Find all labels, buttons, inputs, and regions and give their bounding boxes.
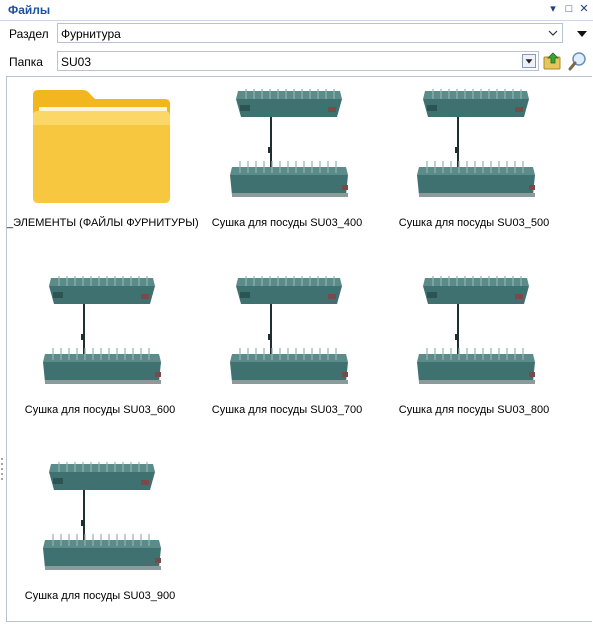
dish-rack-icon [416, 88, 536, 198]
folder-up-icon[interactable] [542, 50, 564, 72]
chevron-down-icon[interactable] [546, 26, 560, 40]
section-select[interactable]: Фурнитура [57, 23, 563, 43]
section-label: Раздел [9, 27, 49, 41]
file-grid: _ЭЛЕМЕНТЫ (ФАЙЛЫ ФУРНИТУРЫ) Сушка для по… [6, 76, 592, 622]
folder-label: Папка [9, 55, 43, 69]
search-icon[interactable] [567, 50, 589, 72]
dish-rack-icon [416, 275, 536, 385]
model-tile[interactable]: Сушка для посуды SU03_600 [7, 264, 193, 444]
model-tile[interactable]: Сушка для посуды SU03_400 [194, 77, 380, 257]
item-name: Сушка для посуды SU03_500 [398, 217, 550, 229]
panel-title: Файлы [8, 3, 51, 17]
model-tile[interactable]: Сушка для посуды SU03_800 [381, 264, 567, 444]
folder-tile[interactable]: _ЭЛЕМЕНТЫ (ФАЙЛЫ ФУРНИТУРЫ) [7, 77, 199, 257]
item-name: Сушка для посуды SU03_800 [398, 404, 550, 416]
dish-rack-icon [42, 275, 162, 385]
panel-titlebar: Файлы ▾ □ ✕ [0, 0, 593, 21]
section-row: Раздел Фурнитура [0, 21, 593, 47]
folder-select[interactable]: SU03 [57, 51, 539, 71]
dish-rack-icon [229, 88, 349, 198]
model-tile[interactable]: Сушка для посуды SU03_900 [7, 450, 193, 630]
resize-grip-icon[interactable] [0, 455, 4, 485]
item-name: Сушка для посуды SU03_700 [211, 404, 363, 416]
folder-select-value: SU03 [61, 55, 92, 69]
item-name: Сушка для посуды SU03_900 [24, 590, 176, 602]
item-name: Сушка для посуды SU03_400 [211, 217, 363, 229]
section-select-value: Фурнитура [61, 27, 121, 41]
dish-rack-icon [229, 275, 349, 385]
close-icon[interactable]: ✕ [577, 2, 591, 16]
collapse-icon[interactable]: ▾ [546, 2, 560, 16]
model-tile[interactable]: Сушка для посуды SU03_500 [381, 77, 567, 257]
item-name: _ЭЛЕМЕНТЫ (ФАЙЛЫ ФУРНИТУРЫ) [7, 217, 199, 229]
dish-rack-icon [42, 461, 162, 571]
maximize-icon[interactable]: □ [562, 2, 576, 16]
folder-row: Папка SU03 [0, 49, 593, 75]
dropdown-arrow-icon[interactable] [522, 54, 536, 68]
menu-dropdown-icon[interactable] [571, 23, 593, 45]
model-tile[interactable]: Сушка для посуды SU03_700 [194, 264, 380, 444]
item-name: Сушка для посуды SU03_600 [24, 404, 176, 416]
folder-icon [33, 90, 170, 203]
